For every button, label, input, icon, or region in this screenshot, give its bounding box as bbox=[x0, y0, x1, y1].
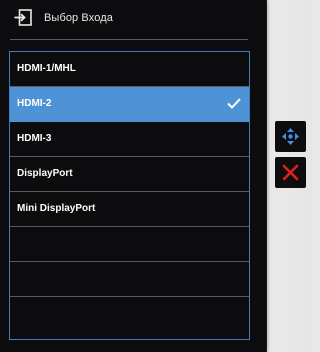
osd-header: Выбор Входа bbox=[0, 0, 266, 40]
close-button[interactable] bbox=[275, 157, 306, 188]
list-item-displayport[interactable]: DisplayPort bbox=[10, 157, 249, 192]
list-item-label: Mini DisplayPort bbox=[17, 203, 96, 214]
list-item-label: HDMI-2 bbox=[17, 98, 52, 109]
list-item-hdmi-2[interactable]: HDMI-2 bbox=[10, 87, 249, 122]
list-item-label: DisplayPort bbox=[17, 168, 73, 179]
list-item-hdmi-3[interactable]: HDMI-3 bbox=[10, 122, 249, 157]
list-item-empty bbox=[10, 297, 249, 339]
checkmark-icon bbox=[227, 98, 241, 109]
screen: Выбор Входа HDMI-1/MHL HDMI-2 HDMI-3 Dis… bbox=[0, 0, 313, 352]
close-icon bbox=[282, 164, 299, 181]
header-divider bbox=[10, 39, 248, 40]
page-title: Выбор Входа bbox=[44, 12, 113, 24]
list-item-empty bbox=[10, 262, 249, 297]
list-item-label: HDMI-1/MHL bbox=[17, 63, 76, 74]
input-source-icon bbox=[14, 9, 32, 26]
list-item-mini-displayport[interactable]: Mini DisplayPort bbox=[10, 192, 249, 227]
four-way-arrows-icon bbox=[282, 128, 299, 145]
input-source-list: HDMI-1/MHL HDMI-2 HDMI-3 DisplayPort Min… bbox=[9, 51, 250, 340]
list-item-empty bbox=[10, 227, 249, 262]
osd-menu: Выбор Входа HDMI-1/MHL HDMI-2 HDMI-3 Dis… bbox=[0, 0, 266, 352]
list-item-hdmi-1-mhl[interactable]: HDMI-1/MHL bbox=[10, 52, 249, 87]
navigate-button[interactable] bbox=[275, 121, 306, 152]
list-item-label: HDMI-3 bbox=[17, 133, 52, 144]
